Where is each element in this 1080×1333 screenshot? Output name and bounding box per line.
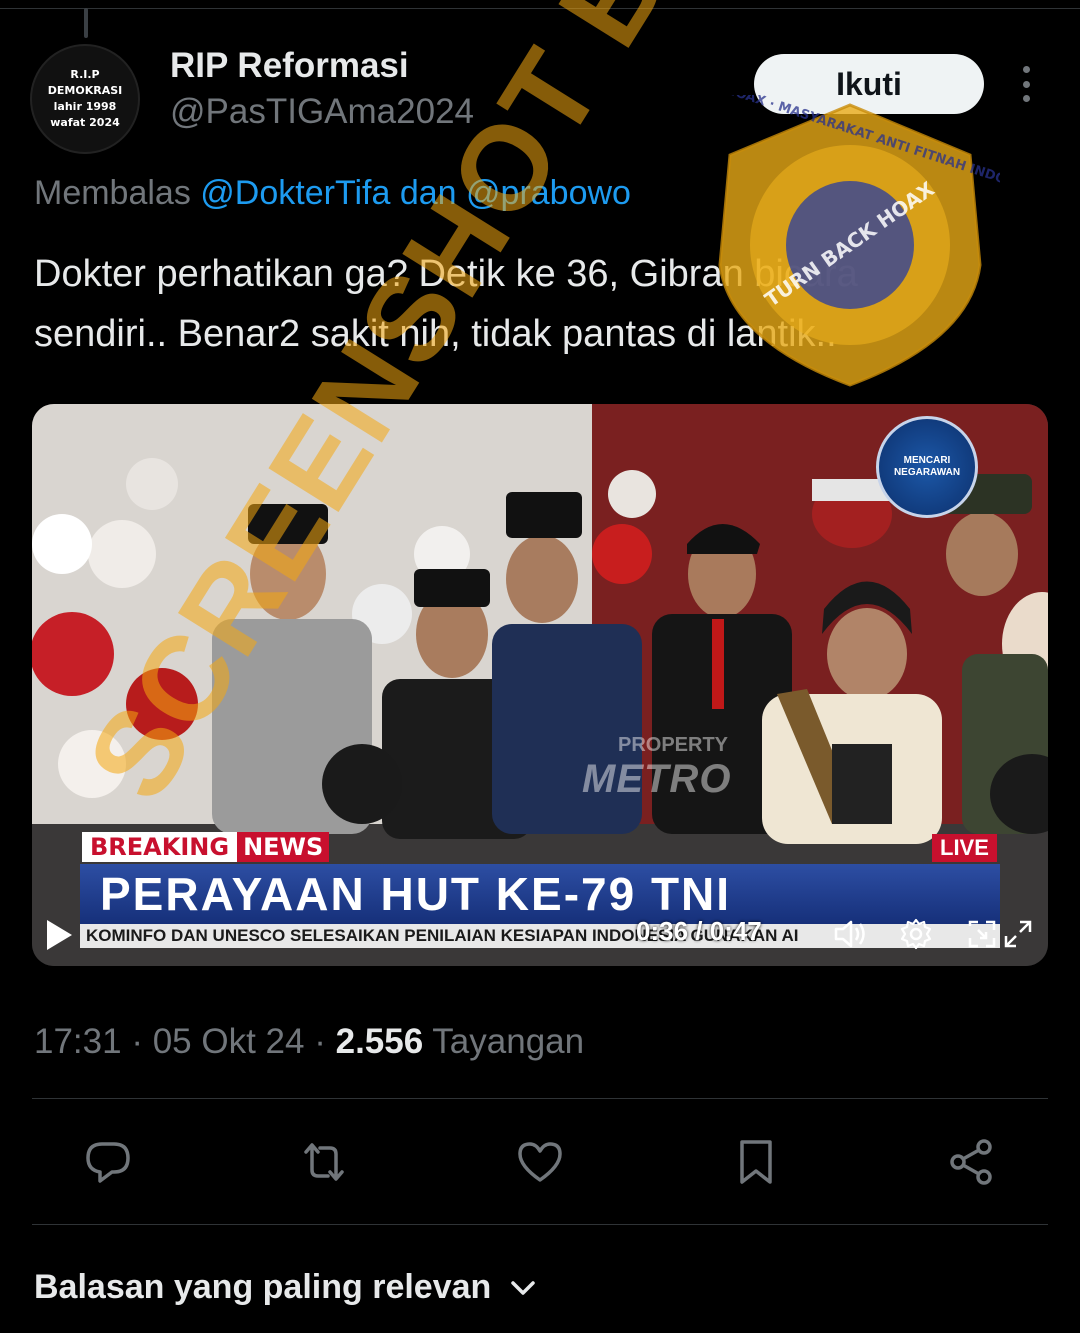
fullscreen-icon[interactable] — [1000, 916, 1036, 952]
top-divider — [0, 8, 1080, 9]
divider — [32, 1098, 1048, 1099]
repost-button[interactable] — [296, 1130, 352, 1194]
channel-logo-line: MENCARI — [903, 455, 951, 466]
reply-sort-selector[interactable]: Balasan yang paling relevan — [34, 1268, 537, 1307]
replying-prefix: Membalas — [34, 174, 191, 212]
user-handle[interactable]: @PasTIGAma2024 — [170, 92, 474, 132]
replying-connector[interactable]: dan — [400, 174, 457, 212]
views-label: Tayangan — [432, 1022, 585, 1061]
mention-link[interactable]: @DokterTifa — [200, 174, 390, 212]
reply-icon — [86, 1142, 130, 1183]
avatar[interactable]: R.I.P DEMOKRASI lahir 1998 wafat 2024 — [30, 44, 140, 154]
reply-sort-label: Balasan yang paling relevan — [34, 1268, 492, 1306]
thread-line — [84, 8, 88, 38]
views-count: 2.556 — [335, 1022, 424, 1061]
meta-separator: · — [314, 1022, 336, 1061]
avatar-line: wafat 2024 — [50, 116, 120, 129]
follow-button[interactable]: Ikuti — [754, 54, 984, 114]
avatar-line: DEMOKRASI — [47, 84, 123, 97]
meta-separator: · — [131, 1022, 153, 1061]
heart-icon — [518, 1142, 562, 1182]
avatar-line: lahir 1998 — [53, 100, 117, 113]
replying-to: Membalas @DokterTifa dan @prabowo — [34, 174, 631, 213]
repost-icon — [304, 1143, 344, 1181]
breaking-label: BREAKING — [82, 832, 238, 862]
broadcaster-watermark: PROPERTY METRO — [582, 734, 731, 802]
settings-gear-icon[interactable] — [898, 916, 934, 952]
divider — [32, 1224, 1048, 1225]
channel-logo-line: NEGARAWAN — [893, 467, 961, 478]
more-options-icon[interactable] — [1014, 66, 1038, 102]
action-bar — [0, 1130, 1080, 1194]
tweet-text: Dokter perhatikan ga? Detik ke 36, Gibra… — [34, 244, 1044, 364]
tweet-text-line: Dokter perhatikan ga? Detik ke 36, Gibra… — [34, 253, 858, 295]
tweet-text-line: sendiri.. Benar2 sakit nih, tidak pantas… — [34, 313, 837, 355]
mention-link[interactable]: @prabowo — [466, 174, 631, 212]
channel-logo: MENCARI NEGARAWAN — [876, 416, 978, 518]
avatar-line: R.I.P — [70, 68, 100, 81]
share-icon — [950, 1139, 992, 1185]
bookmark-button[interactable] — [728, 1130, 784, 1194]
tweet-date[interactable]: 05 Okt 24 — [153, 1022, 305, 1061]
reply-button[interactable] — [80, 1130, 136, 1194]
display-name[interactable]: RIP Reformasi — [170, 46, 409, 86]
video-time: 0:36 / 0:47 — [636, 916, 762, 946]
video-controls: 0:36 / 0:47 — [32, 904, 1048, 966]
chevron-down-icon — [511, 1280, 536, 1295]
broadcaster-small: PROPERTY — [618, 734, 729, 756]
play-icon[interactable] — [44, 918, 74, 952]
video-player[interactable]: MENCARI NEGARAWAN PROPERTY METRO BREAKIN… — [32, 404, 1048, 966]
live-badge: LIVE — [932, 834, 997, 862]
tweet-time[interactable]: 17:31 — [34, 1022, 122, 1061]
tweet-meta: 17:31 · 05 Okt 24 · 2.556 Tayangan — [34, 1022, 584, 1062]
share-button[interactable] — [944, 1130, 1000, 1194]
broadcaster-name: METRO — [582, 757, 732, 801]
picture-in-picture-icon[interactable] — [964, 916, 1000, 952]
news-label: NEWS — [237, 832, 330, 862]
bookmark-icon — [740, 1140, 772, 1184]
badge-ring-text: TURN BACK HOAX · MASYARAKAT ANTI FITNAH … — [700, 95, 1000, 227]
breaking-news-tag: BREAKING NEWS — [82, 832, 330, 862]
volume-icon[interactable] — [832, 916, 868, 952]
like-button[interactable] — [512, 1130, 568, 1194]
